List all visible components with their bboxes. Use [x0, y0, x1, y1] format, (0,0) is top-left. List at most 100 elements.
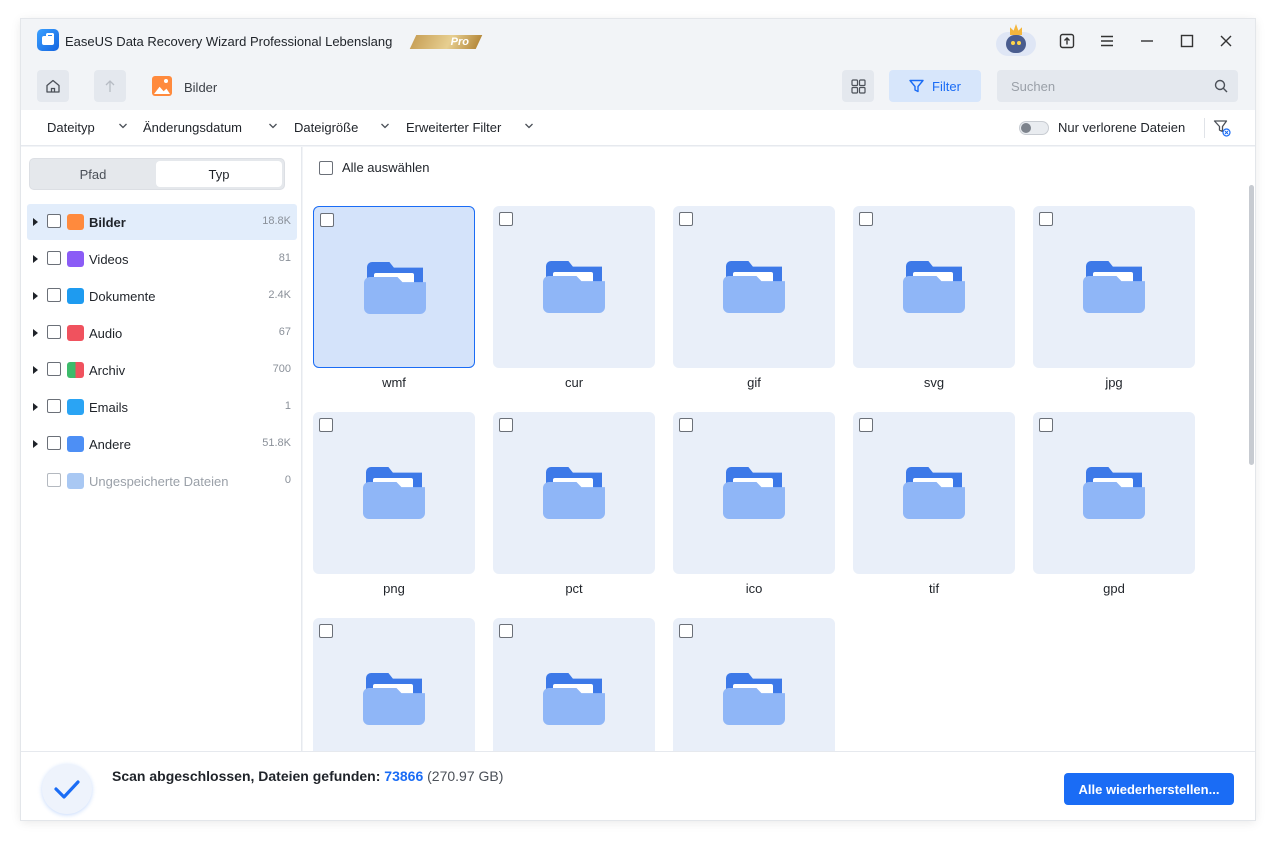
type-label: Dokumente — [89, 289, 156, 304]
folder-tile[interactable] — [1033, 412, 1195, 574]
tile-checkbox[interactable] — [679, 212, 693, 226]
scrollbar-thumb[interactable] — [1249, 185, 1254, 465]
folder-tile[interactable] — [853, 206, 1015, 368]
maximize-icon[interactable] — [1177, 31, 1197, 51]
chevron-down-icon[interactable] — [380, 122, 390, 130]
chevron-down-icon[interactable] — [118, 122, 128, 130]
type-item-audio[interactable]: Audio 67 — [27, 315, 297, 351]
menu-icon[interactable] — [1097, 31, 1117, 51]
up-button[interactable] — [94, 70, 126, 102]
tile-checkbox[interactable] — [859, 212, 873, 226]
filter-button[interactable]: Filter — [889, 70, 981, 102]
pro-badge-label: Pro — [450, 36, 469, 48]
tile-checkbox[interactable] — [1039, 418, 1053, 432]
folder-tile[interactable] — [313, 412, 475, 574]
tile-checkbox[interactable] — [499, 212, 513, 226]
tile-checkbox[interactable] — [499, 418, 513, 432]
folder-name: cur — [564, 375, 584, 390]
type-count: 1 — [284, 400, 291, 412]
expand-icon[interactable] — [33, 255, 38, 263]
lost-only-toggle[interactable] — [1019, 121, 1049, 135]
expand-icon[interactable] — [33, 329, 38, 337]
filter-file-type[interactable]: Dateityp — [47, 120, 95, 135]
filter-advanced[interactable]: Erweiterter Filter — [406, 120, 501, 135]
type-item-archive[interactable]: Archiv 700 — [27, 352, 297, 388]
app-window: EaseUS Data Recovery Wizard Professional… — [21, 19, 1255, 820]
type-checkbox[interactable] — [47, 436, 61, 450]
type-label: Bilder — [89, 215, 126, 230]
file-grid-area: Alle auswählen wmf cur gif svg jpg png p… — [303, 147, 1255, 751]
recover-all-button[interactable]: Alle wiederherstellen... — [1064, 773, 1234, 805]
filter-file-size[interactable]: Dateigröße — [294, 120, 358, 135]
folder-tile[interactable] — [853, 412, 1015, 574]
tile-checkbox[interactable] — [320, 213, 334, 227]
minimize-icon[interactable] — [1137, 31, 1157, 51]
user-avatar[interactable] — [993, 23, 1039, 57]
select-all[interactable]: Alle auswählen — [319, 160, 429, 175]
type-item-videos[interactable]: Videos 81 — [27, 241, 297, 277]
tile-checkbox[interactable] — [679, 624, 693, 638]
folder-name: svg — [923, 375, 945, 390]
type-item-documents[interactable]: Dokumente 2.4K — [27, 278, 297, 314]
type-count: 18.8K — [262, 215, 291, 227]
expand-icon[interactable] — [33, 218, 38, 226]
tile-checkbox[interactable] — [319, 418, 333, 432]
expand-icon[interactable] — [33, 440, 38, 448]
tab-type[interactable]: Typ — [156, 161, 282, 187]
folder-icon — [1083, 261, 1145, 313]
type-checkbox[interactable] — [47, 214, 61, 228]
expand-icon[interactable] — [33, 292, 38, 300]
folder-tile[interactable] — [493, 618, 655, 751]
chevron-down-icon[interactable] — [524, 122, 534, 130]
type-checkbox[interactable] — [47, 473, 61, 487]
unsaved-icon — [67, 473, 84, 489]
folder-name: gif — [747, 375, 761, 390]
type-count: 2.4K — [268, 289, 291, 301]
filter-icon — [909, 79, 924, 93]
tile-checkbox[interactable] — [319, 624, 333, 638]
close-icon[interactable] — [1216, 31, 1236, 51]
type-label: Emails — [89, 400, 129, 415]
folder-icon — [903, 467, 965, 519]
tile-checkbox[interactable] — [499, 624, 513, 638]
type-count: 67 — [278, 326, 291, 338]
tab-path[interactable]: Pfad — [32, 161, 154, 187]
search-input[interactable] — [997, 70, 1202, 102]
folder-tile[interactable] — [673, 618, 835, 751]
search-icon[interactable] — [1214, 79, 1228, 93]
chevron-down-icon[interactable] — [268, 122, 278, 130]
expand-icon[interactable] — [33, 403, 38, 411]
tile-checkbox[interactable] — [859, 418, 873, 432]
folder-tile[interactable] — [673, 206, 835, 368]
type-checkbox[interactable] — [47, 362, 61, 376]
tile-checkbox[interactable] — [679, 418, 693, 432]
type-checkbox[interactable] — [47, 399, 61, 413]
type-item-images[interactable]: Bilder 18.8K — [27, 204, 297, 240]
folder-tile[interactable] — [313, 206, 475, 368]
type-label: Videos — [89, 252, 129, 267]
arrow-up-icon — [105, 80, 115, 92]
folder-tile[interactable] — [1033, 206, 1195, 368]
folder-icon — [903, 261, 965, 313]
home-button[interactable] — [37, 70, 69, 102]
folder-tile[interactable] — [313, 618, 475, 751]
type-item-emails[interactable]: Emails 1 — [27, 389, 297, 425]
tile-checkbox[interactable] — [1039, 212, 1053, 226]
folder-tile[interactable] — [673, 412, 835, 574]
filter-modified-date[interactable]: Änderungsdatum — [143, 120, 242, 135]
type-checkbox[interactable] — [47, 251, 61, 265]
folder-icon — [363, 673, 425, 725]
type-checkbox[interactable] — [47, 325, 61, 339]
type-item-other[interactable]: Andere 51.8K — [27, 426, 297, 462]
export-icon[interactable] — [1057, 31, 1077, 51]
type-item-unsaved[interactable]: Ungespeicherte Dateien 0 — [27, 463, 297, 499]
view-mode-tabs: Pfad Typ — [29, 158, 285, 190]
view-toggle-button[interactable] — [842, 70, 874, 102]
expand-icon[interactable] — [33, 366, 38, 374]
folder-tile[interactable] — [493, 412, 655, 574]
type-checkbox[interactable] — [47, 288, 61, 302]
folder-tile[interactable] — [493, 206, 655, 368]
select-all-checkbox[interactable] — [319, 160, 333, 175]
clear-filter-icon[interactable] — [1213, 119, 1231, 137]
folder-icon — [364, 262, 426, 314]
